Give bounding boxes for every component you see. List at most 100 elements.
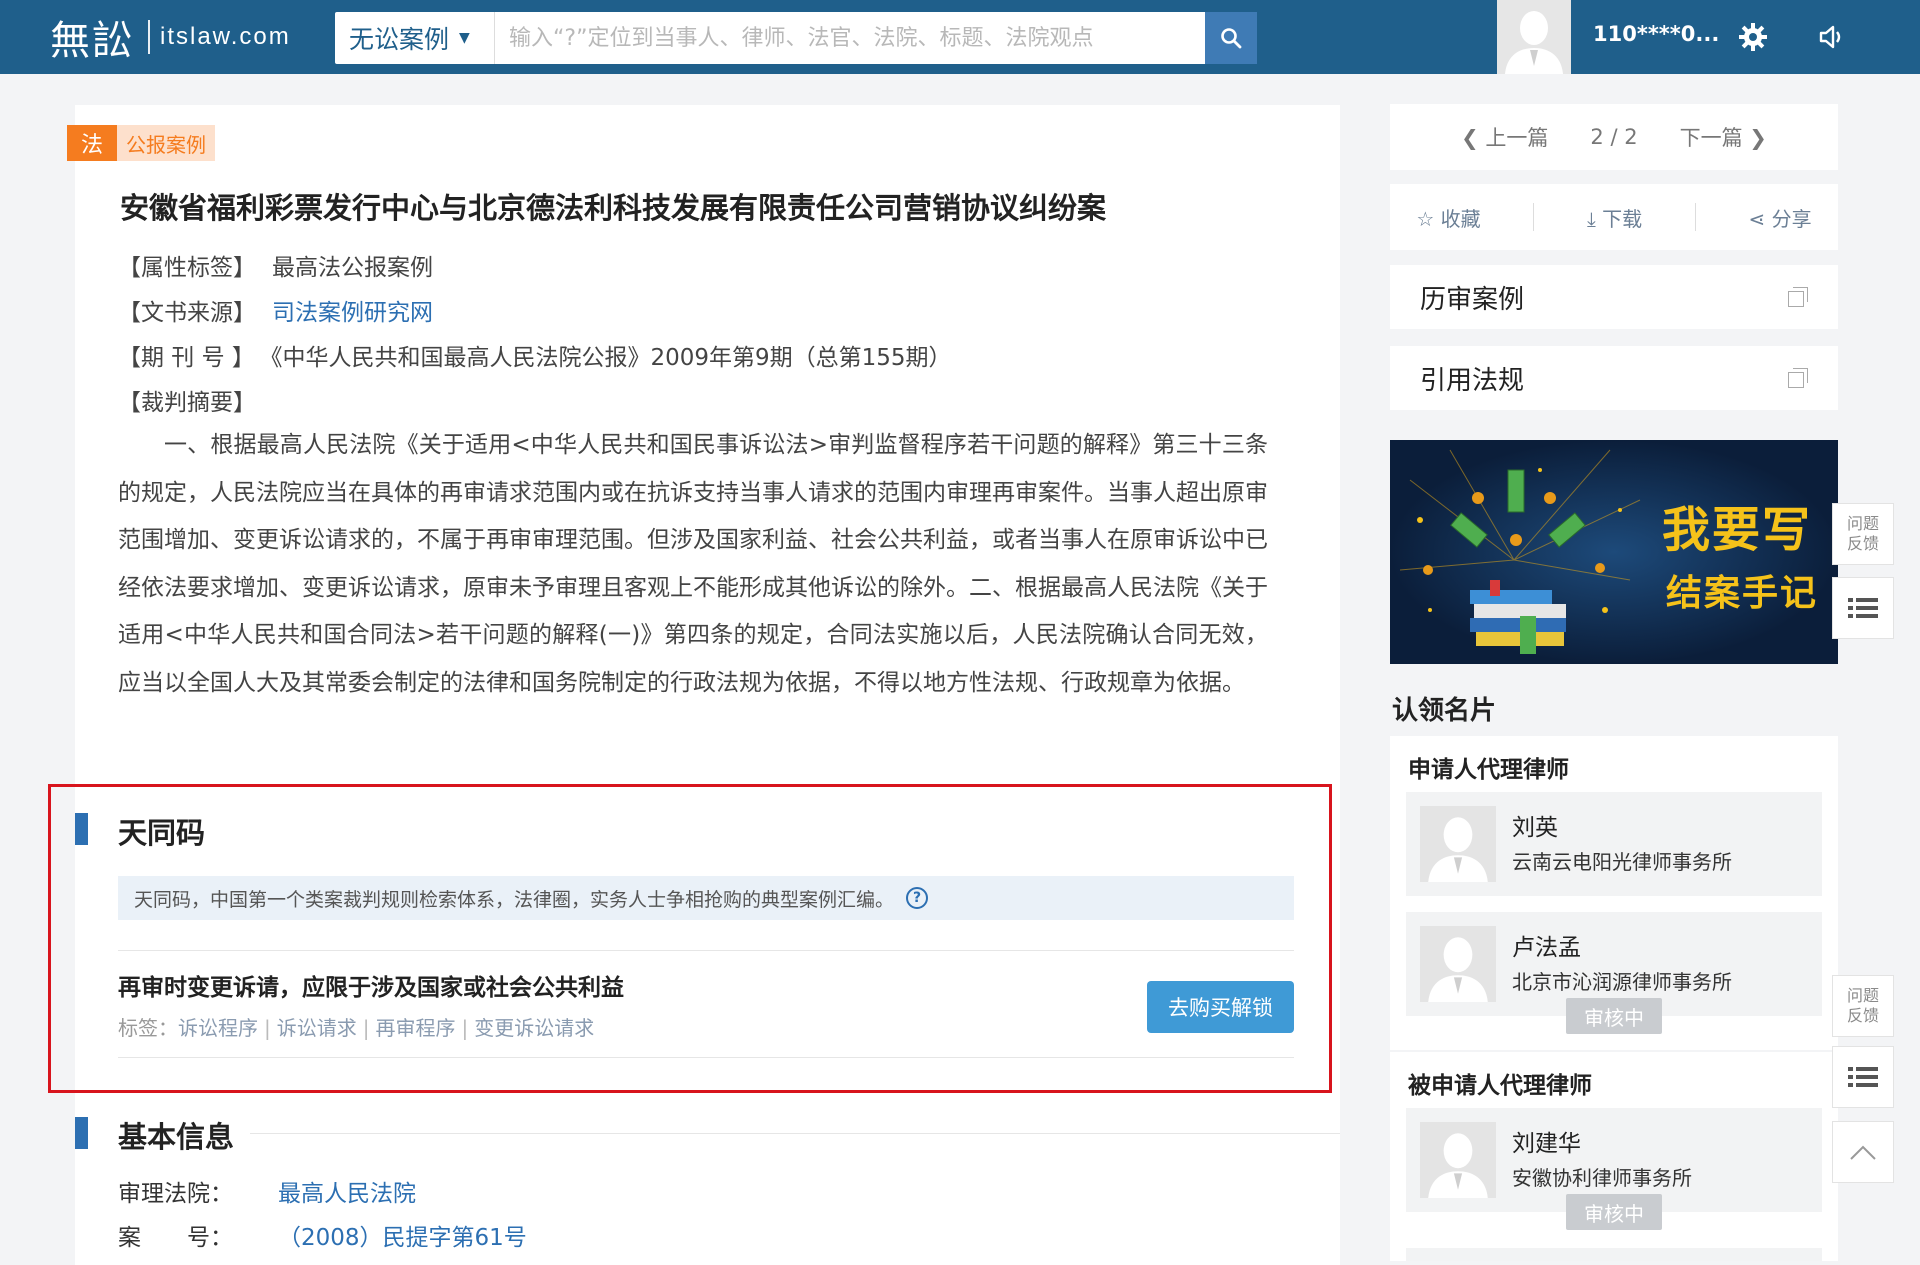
caret-down-icon: ▼	[459, 30, 470, 46]
toc-button[interactable]	[1832, 1046, 1894, 1108]
favorite-button[interactable]: ☆ 收藏	[1416, 203, 1480, 232]
highlight-box	[48, 784, 1332, 1093]
next-article-link[interactable]: 下一篇 ❯	[1680, 122, 1767, 152]
banner-title: 我要写	[1662, 502, 1813, 558]
meta-value: 最高法公报案例	[272, 255, 433, 281]
expand-window-icon	[1788, 287, 1808, 307]
info-label: 案 号：	[118, 1225, 233, 1251]
meta-label: 【裁判摘要】	[118, 390, 256, 416]
tiantong-section-title: 天同码	[118, 816, 206, 850]
feedback-label: 问题反馈	[1846, 986, 1879, 1025]
meta-label: 【文书来源】	[118, 300, 256, 326]
search-category-dropdown[interactable]: 无讼案例 ▼	[335, 12, 495, 64]
divider	[118, 950, 1294, 951]
list-icon	[1848, 1067, 1878, 1087]
rule-title[interactable]: 再审时变更诉请，应限于涉及国家或社会公共利益	[118, 968, 624, 1002]
lawyer-avatar	[1420, 806, 1496, 882]
lawyer-card[interactable]: 卢法孟 北京市沁润源律师事务所 审核中	[1406, 912, 1822, 1034]
trial-history-card[interactable]: 历审案例	[1390, 265, 1838, 329]
prev-article-link[interactable]: ❮ 上一篇	[1461, 122, 1548, 152]
download-icon: ⤓	[1586, 206, 1603, 231]
divider	[118, 1057, 1294, 1058]
tag-link[interactable]: 再审程序	[376, 1016, 456, 1040]
banner-subtitle: 结案手记	[1666, 573, 1819, 614]
user-name[interactable]: 110****0...	[1593, 22, 1719, 46]
tag-link[interactable]: 变更诉讼请求	[474, 1016, 594, 1040]
respondent-lawyers-heading: 被申请人代理律师	[1408, 1073, 1592, 1099]
tag-link[interactable]: 诉讼程序	[178, 1016, 258, 1040]
case-number-row: 案 号： （2008）民提字第61号	[118, 1218, 527, 1252]
law-firm: 安徽协利律师事务所	[1512, 1166, 1692, 1190]
user-avatar[interactable]	[1497, 0, 1571, 74]
judgment-summary-text: 一、根据最高人民法院《关于适用<中华人民共和国民事诉讼法>审判监督程序若干问题的…	[118, 432, 1268, 696]
toc-button[interactable]	[1832, 577, 1894, 639]
law-tag: 法	[67, 125, 117, 161]
back-to-top-button[interactable]	[1832, 1121, 1894, 1183]
divider	[1533, 203, 1535, 231]
court-link[interactable]: 最高人民法院	[278, 1181, 416, 1207]
basic-info-section-title: 基本信息	[118, 1120, 235, 1154]
feedback-label: 问题反馈	[1846, 514, 1879, 553]
chevron-left-icon: ❮	[1461, 126, 1486, 150]
chevron-right-icon: ❯	[1742, 126, 1767, 150]
settings-button[interactable]	[1738, 22, 1768, 56]
lawyer-name: 刘建华	[1512, 1131, 1581, 1157]
tiantong-intro: 天同码，中国第一个类案裁判规则检索体系，法律圈，实务人士争相抢购的典型案例汇编。…	[118, 876, 1294, 920]
meta-label: 【期 刊 号 】	[118, 345, 255, 371]
share-icon: ⋖	[1748, 206, 1772, 231]
info-label: 审理法院：	[118, 1181, 233, 1207]
cited-laws-card[interactable]: 引用法规	[1390, 346, 1838, 410]
lawyer-name: 刘英	[1512, 815, 1558, 841]
case-number-link[interactable]: （2008）民提字第61号	[278, 1225, 527, 1251]
meta-document-source: 【文书来源】 司法案例研究网	[118, 293, 433, 327]
gear-icon	[1739, 23, 1767, 51]
lawyer-name: 卢法孟	[1512, 935, 1581, 961]
lawyer-avatar	[1420, 926, 1496, 1002]
top-navigation-bar: 無訟 itslaw.com 无讼案例 ▼ 110****0...	[0, 0, 1920, 74]
write-notes-banner[interactable]: 我要写 结案手记	[1390, 440, 1838, 664]
help-icon[interactable]: ?	[906, 887, 929, 909]
lawyer-avatar	[1420, 1122, 1496, 1198]
lawyer-card[interactable]: 刘建华 安徽协利律师事务所 审核中	[1406, 1108, 1822, 1230]
site-logo[interactable]: 無訟 itslaw.com	[50, 14, 291, 64]
document-source-link[interactable]: 司法案例研究网	[272, 300, 433, 326]
section-marker	[75, 813, 88, 845]
logo-mark: 無訟	[50, 18, 134, 64]
case-title: 安徽省福利彩票发行中心与北京德法利科技发展有限责任公司营销协议纠纷案	[120, 191, 1107, 225]
default-avatar-icon	[1420, 926, 1496, 1002]
expand-window-icon	[1788, 368, 1808, 388]
sound-button[interactable]	[1817, 22, 1847, 56]
list-icon	[1848, 598, 1878, 618]
search-icon	[1221, 28, 1242, 49]
default-avatar-icon	[1497, 0, 1571, 74]
lawyer-card[interactable]: 刘英 云南云电阳光律师事务所	[1406, 792, 1822, 896]
search-input[interactable]	[495, 13, 1205, 63]
cited-laws-label: 引用法规	[1420, 365, 1525, 396]
star-icon: ☆	[1416, 206, 1441, 231]
logo-text: itslaw.com	[160, 23, 291, 50]
divider	[1694, 203, 1696, 231]
claim-card-title: 认领名片	[1392, 696, 1497, 726]
buy-unlock-button[interactable]: 去购买解锁	[1147, 981, 1294, 1033]
law-firm: 云南云电阳光律师事务所	[1512, 850, 1732, 874]
section-line	[250, 1133, 1340, 1134]
download-button[interactable]: ⤓ 下载	[1587, 203, 1642, 232]
chevron-up-icon	[1850, 1145, 1876, 1160]
under-review-badge: 审核中	[1566, 998, 1662, 1034]
speaker-icon	[1819, 25, 1841, 49]
feedback-button[interactable]: 问题反馈	[1832, 975, 1894, 1037]
court-row: 审理法院： 最高人民法院	[118, 1174, 416, 1208]
logo-divider	[148, 20, 150, 54]
section-marker	[75, 1117, 88, 1149]
lawyer-card[interactable]	[1406, 1248, 1822, 1261]
feedback-button[interactable]: 问题反馈	[1832, 503, 1894, 565]
trial-history-label: 历审案例	[1420, 284, 1525, 315]
meta-journal-number: 【期 刊 号 】《中华人民共和国最高人民法院公报》2009年第9期（总第155期…	[118, 338, 952, 372]
bulletin-case-tag: 公报案例	[117, 125, 215, 161]
share-button[interactable]: ⋖ 分享	[1749, 203, 1812, 232]
meta-judgment-summary: 【裁判摘要】	[118, 383, 256, 417]
tag-link[interactable]: 诉讼请求	[277, 1016, 357, 1040]
meta-attribute-tag: 【属性标签】 最高法公报案例	[118, 248, 433, 282]
applicant-lawyers-heading: 申请人代理律师	[1408, 757, 1569, 783]
search-button[interactable]	[1205, 12, 1257, 64]
